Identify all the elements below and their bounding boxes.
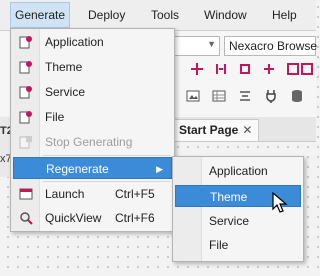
grid-icon[interactable] bbox=[212, 89, 226, 103]
menu-item-launch[interactable]: Launch Ctrl+F5 bbox=[13, 183, 172, 205]
menu-item-label: Service bbox=[45, 85, 86, 99]
browser-select[interactable]: Nexacro Browse bbox=[224, 36, 318, 56]
menu-item-label: Application bbox=[209, 164, 268, 178]
generate-service-icon bbox=[19, 86, 32, 99]
menu-bar: Generate Deploy Tools Window Help bbox=[0, 0, 316, 31]
menu-item-application[interactable]: Application bbox=[13, 31, 172, 53]
menu-tools[interactable]: Tools bbox=[147, 3, 183, 27]
generate-application-icon bbox=[19, 36, 32, 49]
menu-item-label: Stop Generating bbox=[45, 135, 133, 149]
align-center-icon[interactable] bbox=[238, 89, 252, 103]
menu-separator bbox=[43, 181, 170, 182]
stop-generating-icon bbox=[19, 136, 32, 149]
quickview-icon bbox=[20, 212, 33, 225]
menu-item-shortcut: Ctrl+F5 bbox=[115, 187, 155, 201]
menu-generate[interactable]: Generate bbox=[10, 2, 71, 28]
launch-icon bbox=[19, 188, 33, 200]
generate-theme-icon bbox=[19, 61, 32, 74]
menu-item-label: File bbox=[45, 110, 65, 124]
menu-item-service[interactable]: Service bbox=[13, 81, 172, 103]
size-icon[interactable] bbox=[286, 62, 300, 76]
menu-item-label: Regenerate bbox=[46, 162, 109, 176]
menu-item-label: Launch bbox=[45, 187, 85, 201]
menu-item-shortcut: Ctrl+F6 bbox=[115, 211, 155, 225]
stretch-icon[interactable] bbox=[300, 62, 314, 76]
menu-item-file[interactable]: File bbox=[13, 106, 172, 128]
close-icon[interactable]: ✕ bbox=[242, 123, 252, 137]
submenu-arrow-icon: ▶ bbox=[156, 164, 163, 174]
align-icon[interactable] bbox=[190, 62, 204, 76]
menu-deploy[interactable]: Deploy bbox=[84, 3, 129, 27]
menu-separator bbox=[43, 155, 170, 156]
tab-start-page-label: Start Page bbox=[179, 123, 239, 137]
submenu-item-file[interactable]: File bbox=[175, 234, 301, 256]
tab-start-page[interactable]: Start Page ✕ bbox=[172, 119, 260, 141]
menu-item-quickview[interactable]: QuickView Ctrl+F6 bbox=[13, 207, 172, 229]
chevron-down-icon: ▼ bbox=[207, 39, 216, 49]
database-icon[interactable] bbox=[290, 89, 304, 103]
menu-item-regenerate[interactable]: Regenerate ▶ bbox=[13, 157, 172, 179]
distribute-icon[interactable] bbox=[214, 62, 228, 76]
menu-item-stop-generating: Stop Generating bbox=[13, 131, 172, 153]
menu-item-label: Theme bbox=[45, 60, 83, 74]
menu-item-label: Application bbox=[45, 35, 104, 49]
document-tabs: Start Page ✕ bbox=[170, 117, 316, 142]
image-icon[interactable] bbox=[186, 89, 200, 103]
menu-item-label: File bbox=[209, 238, 229, 252]
menu-item-theme[interactable]: Theme bbox=[13, 56, 172, 78]
generate-menu: Application Theme Service File Stop Gene… bbox=[10, 28, 175, 232]
menu-item-label: QuickView bbox=[45, 211, 102, 225]
menu-item-label: Service bbox=[209, 214, 250, 228]
submenu-item-application[interactable]: Application bbox=[175, 160, 301, 182]
mouse-cursor-icon bbox=[272, 192, 288, 213]
center-icon[interactable] bbox=[238, 62, 252, 76]
generate-file-icon bbox=[19, 111, 32, 124]
menu-help[interactable]: Help bbox=[268, 3, 301, 27]
menu-window[interactable]: Window bbox=[200, 3, 251, 27]
browser-select-value: Nexacro Browse bbox=[229, 39, 318, 53]
resize-icon[interactable] bbox=[262, 62, 276, 76]
menu-item-label: Theme bbox=[210, 190, 248, 204]
plug-icon[interactable] bbox=[264, 89, 278, 103]
